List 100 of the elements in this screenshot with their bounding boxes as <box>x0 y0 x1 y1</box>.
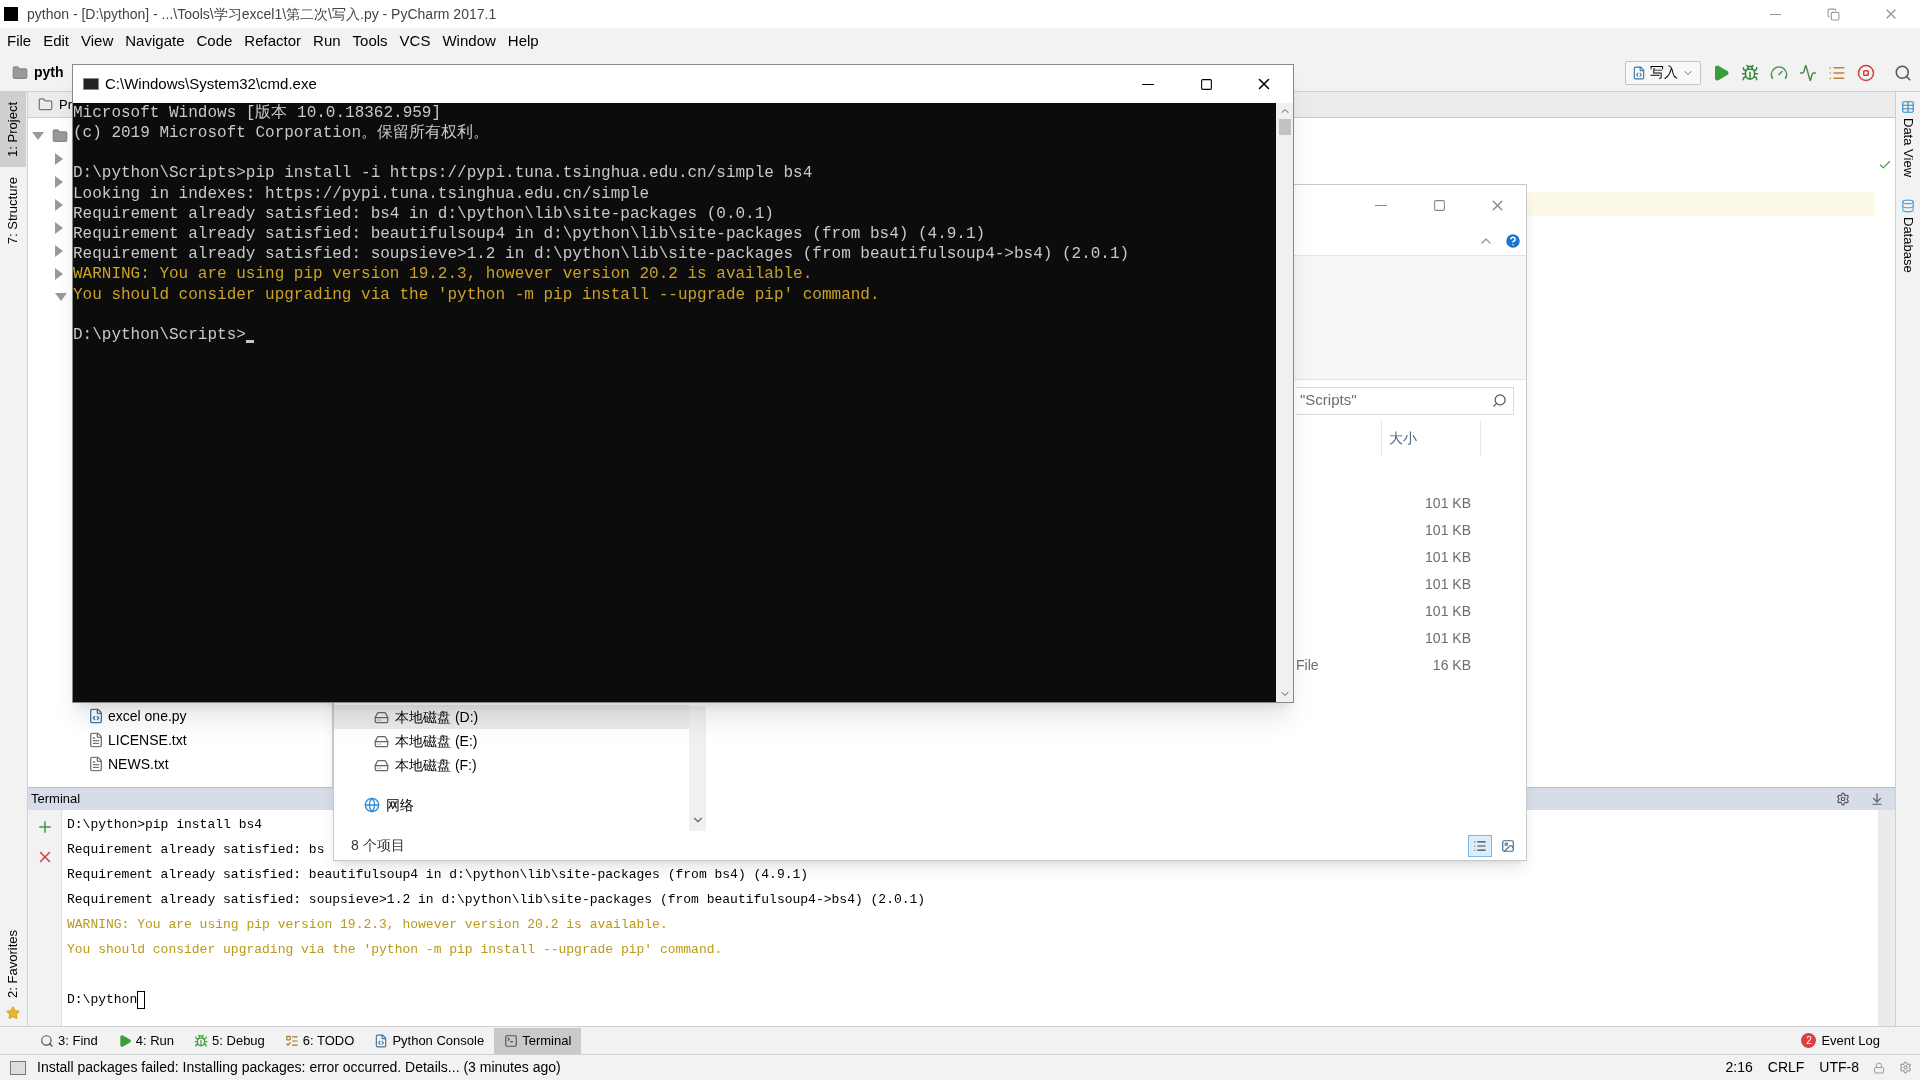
star-icon <box>6 1006 20 1020</box>
collapsed-arrow-icon[interactable] <box>55 198 63 211</box>
tool-window-tab[interactable]: 1: Project <box>0 92 26 167</box>
search-icon[interactable] <box>1894 63 1912 82</box>
panel-title: Terminal <box>31 790 81 809</box>
settings-icon[interactable] <box>1836 792 1850 806</box>
search-icon <box>40 1033 54 1048</box>
warning-line: You should consider upgrading via the 'python -m pip install --upgrade pip' command. <box>67 941 723 959</box>
collapsed-arrow-icon[interactable] <box>55 267 63 280</box>
scroll-thumb[interactable] <box>1278 119 1291 135</box>
tool-window-tab[interactable]: Terminal <box>494 1027 582 1054</box>
tool-window-tab[interactable]: 6: TODO <box>274 1027 365 1054</box>
line-separator[interactable]: CRLF <box>1767 1057 1805 1078</box>
menu-item[interactable]: View <box>75 30 120 52</box>
menu-item[interactable]: Help <box>501 30 545 52</box>
menu-item[interactable]: File <box>1 30 38 52</box>
encoding[interactable]: UTF-8 <box>1819 1057 1859 1078</box>
file-name[interactable]: NEWS.txt <box>108 753 169 775</box>
menu-item[interactable]: Run <box>307 30 347 52</box>
text-cursor <box>137 990 146 1009</box>
collapsed-arrow-icon[interactable] <box>55 175 63 188</box>
output-line: Looking in indexes: https://pypi.tuna.tsinghua.edu.cn/simple <box>73 183 650 204</box>
stop-icon[interactable] <box>1857 63 1875 82</box>
scrollbar[interactable] <box>689 706 706 831</box>
file-size: 101 KB <box>1425 494 1471 513</box>
tool-window-tab[interactable]: 4: Run <box>107 1027 185 1054</box>
search-field[interactable]: "Scripts" <box>1296 386 1514 415</box>
profile-icon[interactable] <box>1799 63 1817 82</box>
menu-item[interactable]: Refactor <box>238 30 308 52</box>
event-log-button[interactable]: 2 Event Log <box>1801 1030 1880 1051</box>
run-icon[interactable] <box>1712 63 1730 82</box>
scrollbar[interactable] <box>1276 103 1293 702</box>
tool-window-tab[interactable]: Database <box>1898 199 1918 289</box>
panel-toggle-icon[interactable] <box>10 1060 26 1075</box>
menu-item[interactable]: Tools <box>346 30 394 52</box>
expanded-arrow-icon[interactable] <box>32 131 44 140</box>
warning-line: WARNING: You are using pip version 19.2.3, however version 20.2 is available. <box>67 916 668 934</box>
nav-item[interactable]: 本地磁盘 (D:) <box>334 705 689 729</box>
prompt-text: D:\python\Scripts> <box>73 324 246 346</box>
file-name[interactable]: excel one.py <box>108 705 187 727</box>
tool-window-tab[interactable]: 7: Structure <box>0 166 26 255</box>
output-line: D:\python>pip install bs4 <box>67 816 263 834</box>
nav-item[interactable]: 本地磁盘 (F:) <box>334 753 689 777</box>
warning-line: WARNING: You are using pip version 19.2.3, however version 20.2 is available. <box>73 264 813 285</box>
menu-item[interactable]: Window <box>436 30 502 52</box>
output-line: D:\python\Scripts>pip install -i https://pypi.tuna.tsinghua.edu.cn/simple bs4 <box>73 163 813 184</box>
drive-icon <box>374 733 389 749</box>
help-icon[interactable] <box>1504 231 1522 250</box>
drive-icon <box>374 709 389 725</box>
file-type: File <box>1296 657 1319 673</box>
debug-icon[interactable] <box>1741 63 1759 82</box>
caret-position[interactable]: 2:16 <box>1725 1057 1753 1078</box>
menu-item[interactable]: VCS <box>393 30 437 52</box>
nav-item[interactable]: 本地磁盘 (E:) <box>334 729 689 753</box>
text-file-icon <box>88 756 104 772</box>
minimize-icon <box>1769 13 1781 15</box>
run-config-dropdown[interactable]: 写入 <box>1625 60 1701 85</box>
text-cursor <box>245 340 254 344</box>
output-line: Requirement already satisfied: soupsieve>1.2 in d:\python\lib\site-packages (from beautifulsoup4->bs4) (2.0.1) <box>67 891 926 909</box>
text-file-icon <box>88 732 104 748</box>
panel-title[interactable]: Pr <box>59 94 72 115</box>
maximize-icon <box>1432 199 1446 212</box>
menu-item[interactable]: Navigate <box>119 30 191 52</box>
minimize-icon <box>1375 205 1387 206</box>
coverage-icon[interactable] <box>1770 63 1788 82</box>
output-line: Requirement already satisfied: beautifulsoup4 in d:\python\lib\site-packages (from bs4) (4.9.1) <box>67 866 809 884</box>
output-line: Requirement already satisfied: bs4 in d:\python\lib\site-packages (0.0.1) <box>73 203 774 224</box>
menu-item[interactable]: Edit <box>37 30 76 52</box>
nav-item[interactable]: 网络 <box>334 793 689 817</box>
terminal-icon <box>504 1033 519 1048</box>
play-icon <box>117 1033 132 1048</box>
table-icon <box>1901 100 1915 114</box>
collapsed-arrow-icon[interactable] <box>55 244 63 257</box>
details-view-button[interactable] <box>1468 834 1492 857</box>
file-name[interactable]: LICENSE.txt <box>108 729 187 751</box>
network-icon <box>364 797 380 813</box>
python-file-icon <box>1632 65 1646 80</box>
warning-line: You should consider upgrading via the 'python -m pip install --upgrade pip' command. <box>73 284 880 305</box>
tool-window-tab[interactable]: 3: Find <box>30 1027 108 1054</box>
list-icon <box>1473 838 1487 853</box>
window-title: C:\Windows\System32\cmd.exe <box>105 73 317 94</box>
favorites-tab[interactable]: 2: Favorites <box>0 922 26 1006</box>
menu-item[interactable]: Code <box>190 30 239 52</box>
check-icon <box>1878 158 1892 172</box>
status-message[interactable]: Install packages failed: Installing packages: error occurred. Details... (3 minutes ago) <box>37 1057 561 1078</box>
tool-window-tab[interactable]: 5: Debug <box>184 1027 275 1054</box>
tool-window-tab[interactable]: Data View <box>1898 100 1918 193</box>
scrollbar[interactable] <box>1878 810 1895 1026</box>
file-size: 16 KB <box>1432 656 1471 675</box>
lock-icon[interactable] <box>1873 1061 1885 1074</box>
collapsed-arrow-icon[interactable] <box>55 152 63 165</box>
drive-icon <box>374 757 389 773</box>
image-icon <box>1501 838 1515 853</box>
collapsed-arrow-icon[interactable] <box>55 221 63 234</box>
file-size: 101 KB <box>1425 521 1471 540</box>
project-view-icon <box>38 97 53 112</box>
breadcrumb[interactable]: pyth <box>34 62 64 83</box>
hide-icon[interactable] <box>1870 792 1884 806</box>
column-header[interactable]: 大小 <box>1389 428 1417 449</box>
tool-window-tab[interactable]: Python Console <box>364 1027 495 1054</box>
